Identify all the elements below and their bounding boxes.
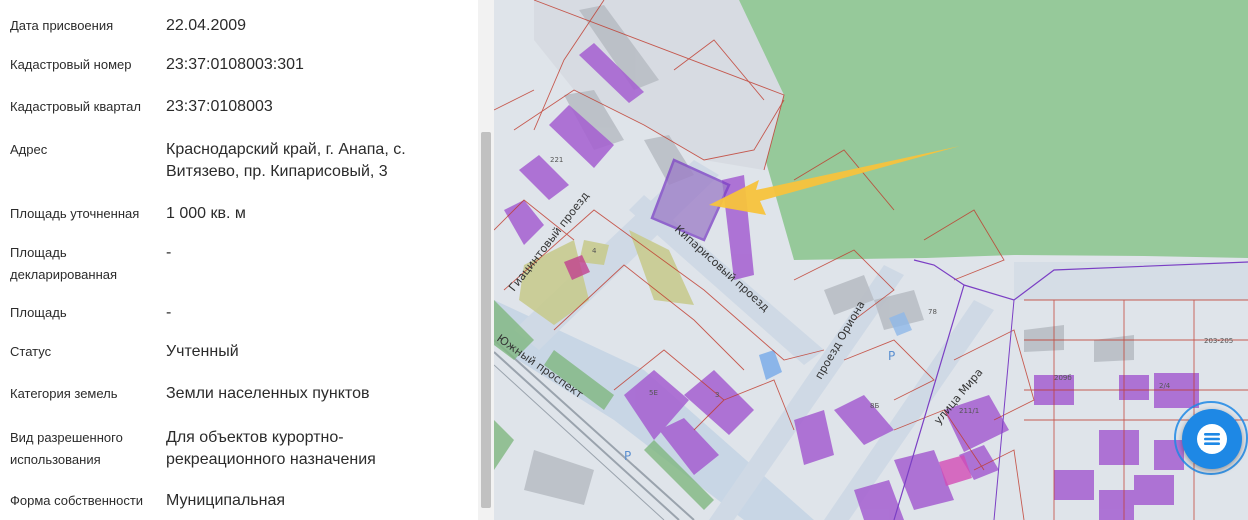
property-label: Кадастровый номер	[10, 57, 132, 72]
parcel-number: 221	[550, 156, 563, 164]
property-label: Дата присвоения	[10, 18, 114, 33]
forest-area	[739, 0, 1248, 260]
parcel-number: 78	[928, 308, 937, 316]
parcel-number: 3	[715, 391, 719, 399]
property-value: 22.04.2009	[166, 17, 247, 34]
property-value: 23:37:0108003	[166, 98, 273, 115]
property-panel: Дата присвоения 22.04.2009 Кадастровый н…	[0, 0, 478, 520]
property-label: Площадь	[10, 305, 67, 320]
parcel-number: 4	[592, 247, 597, 255]
property-value: -	[166, 304, 172, 321]
scrollbar-thumb[interactable]	[481, 132, 491, 508]
property-value: 23:37:0108003:301	[166, 56, 304, 73]
parcel-number: 5Е	[649, 389, 658, 397]
parcel-number: 209б	[1054, 374, 1072, 382]
cadastral-map[interactable]: Гиацинтовый проезд Кипарисовый проезд Юж…	[494, 0, 1248, 520]
parcel-number: 8Б	[870, 402, 879, 410]
map-canvas[interactable]: Гиацинтовый проезд Кипарисовый проезд Юж…	[494, 0, 1248, 520]
property-label: Площадь уточненная	[10, 206, 140, 221]
property-value: Краснодарский край, г. Анапа, с. Витязев…	[166, 141, 406, 180]
parking-icon: Р	[888, 349, 895, 363]
property-value: -	[166, 244, 172, 261]
parcel-number: 203-205	[1204, 337, 1233, 345]
property-value: Муниципальная	[166, 492, 286, 509]
property-value: Для объектов курортно-рекреационного наз…	[166, 429, 376, 468]
road-east	[1014, 262, 1248, 300]
property-label: Кадастровый квартал	[10, 99, 141, 114]
parking-icon: Р	[624, 449, 631, 463]
chat-icon	[1197, 424, 1227, 454]
property-label: Площадь декларированная	[10, 245, 118, 282]
property-value: Земли населенных пунктов	[166, 385, 370, 402]
property-label: Категория земель	[10, 386, 118, 401]
property-label: Форма собственности	[10, 493, 144, 508]
property-label: Вид разрешенного использования	[10, 430, 123, 467]
parcel-number: 211/1	[959, 407, 979, 415]
property-label: Статус	[10, 344, 52, 359]
parcel-number: 2/4	[1159, 382, 1171, 390]
property-label: Адрес	[10, 142, 48, 157]
property-value: Учтенный	[166, 343, 239, 360]
property-value: 1 000 кв. м	[166, 205, 246, 222]
chat-button[interactable]	[1182, 409, 1242, 469]
